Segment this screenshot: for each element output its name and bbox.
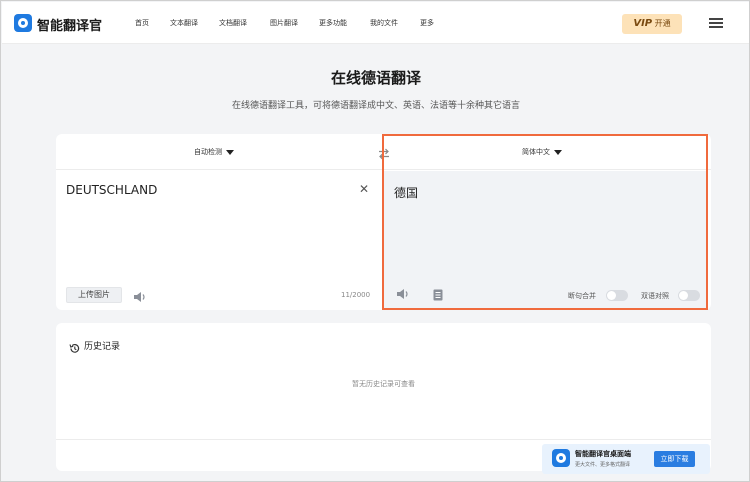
target-language-label: 简体中文 [522, 148, 550, 156]
app-logo-icon [552, 449, 570, 467]
copy-icon[interactable] [433, 286, 443, 305]
language-bar: 自动检测 简体中文 [56, 134, 711, 170]
translator-card: 自动检测 简体中文 DEUTSCHLAND ✕ 上传图片 11/2000 德国 [56, 134, 711, 310]
nav-item-doc-translate[interactable]: 文档翻译 [219, 18, 247, 28]
nav-item-image-translate[interactable]: 图片翻译 [270, 18, 298, 28]
upload-image-button[interactable]: 上传图片 [66, 287, 122, 303]
logo-icon[interactable] [14, 14, 32, 32]
history-empty-text: 暂无历史记录可查看 [352, 380, 415, 388]
speaker-icon[interactable] [396, 285, 410, 304]
history-icon [69, 339, 80, 358]
translation-output: 德国 [394, 186, 419, 200]
sentence-merge-toggle[interactable] [606, 290, 628, 301]
history-title: 历史记录 [84, 342, 121, 352]
download-button[interactable]: 立即下载 [654, 451, 695, 467]
speaker-icon[interactable] [133, 288, 147, 307]
page-subtitle: 在线德语翻译工具，可将德语翻译成中文、英语、法语等十余种其它语言 [231, 101, 520, 111]
page-title: 在线德语翻译 [330, 69, 421, 87]
brand-name[interactable]: 智能翻译官 [37, 15, 102, 34]
chevron-down-icon [226, 149, 234, 155]
top-nav: 智能翻译官 首页 文本翻译 文档翻译 图片翻译 更多功能 我的文件 更多 VIP… [2, 2, 749, 44]
char-count: 11/2000 [341, 291, 371, 299]
desktop-download-banner: 智能翻译官桌面端 更大文件、更多格式翻译 立即下载 [542, 444, 710, 474]
vip-label: 开通 [654, 19, 671, 28]
source-text-input[interactable]: DEUTSCHLAND [66, 183, 157, 197]
nav-item-more[interactable]: 更多 [420, 18, 434, 28]
bilingual-toggle[interactable] [678, 290, 700, 301]
banner-subtitle: 更大文件、更多格式翻译 [575, 462, 631, 468]
target-language-select[interactable]: 简体中文 [522, 147, 562, 157]
target-pane [383, 171, 708, 310]
sentence-merge-label: 断句合并 [568, 292, 596, 300]
nav-item-home[interactable]: 首页 [135, 18, 149, 28]
source-language-label: 自动检测 [194, 148, 222, 156]
banner-title: 智能翻译官桌面端 [575, 450, 631, 458]
source-language-select[interactable]: 自动检测 [194, 147, 234, 157]
vip-prefix: VIP [633, 18, 653, 29]
nav-item-text-translate[interactable]: 文本翻译 [170, 18, 198, 28]
bilingual-label: 双语对照 [641, 292, 669, 300]
nav-item-my-files[interactable]: 我的文件 [370, 18, 398, 28]
menu-icon[interactable] [709, 18, 723, 28]
clear-icon[interactable]: ✕ [359, 182, 369, 196]
vip-button[interactable]: VIP 开通 [622, 14, 682, 34]
swap-languages-icon[interactable] [378, 145, 390, 164]
app-frame: 智能翻译官 首页 文本翻译 文档翻译 图片翻译 更多功能 我的文件 更多 VIP… [0, 0, 750, 482]
chevron-down-icon [554, 149, 562, 155]
nav-item-more-features[interactable]: 更多功能 [319, 18, 347, 28]
